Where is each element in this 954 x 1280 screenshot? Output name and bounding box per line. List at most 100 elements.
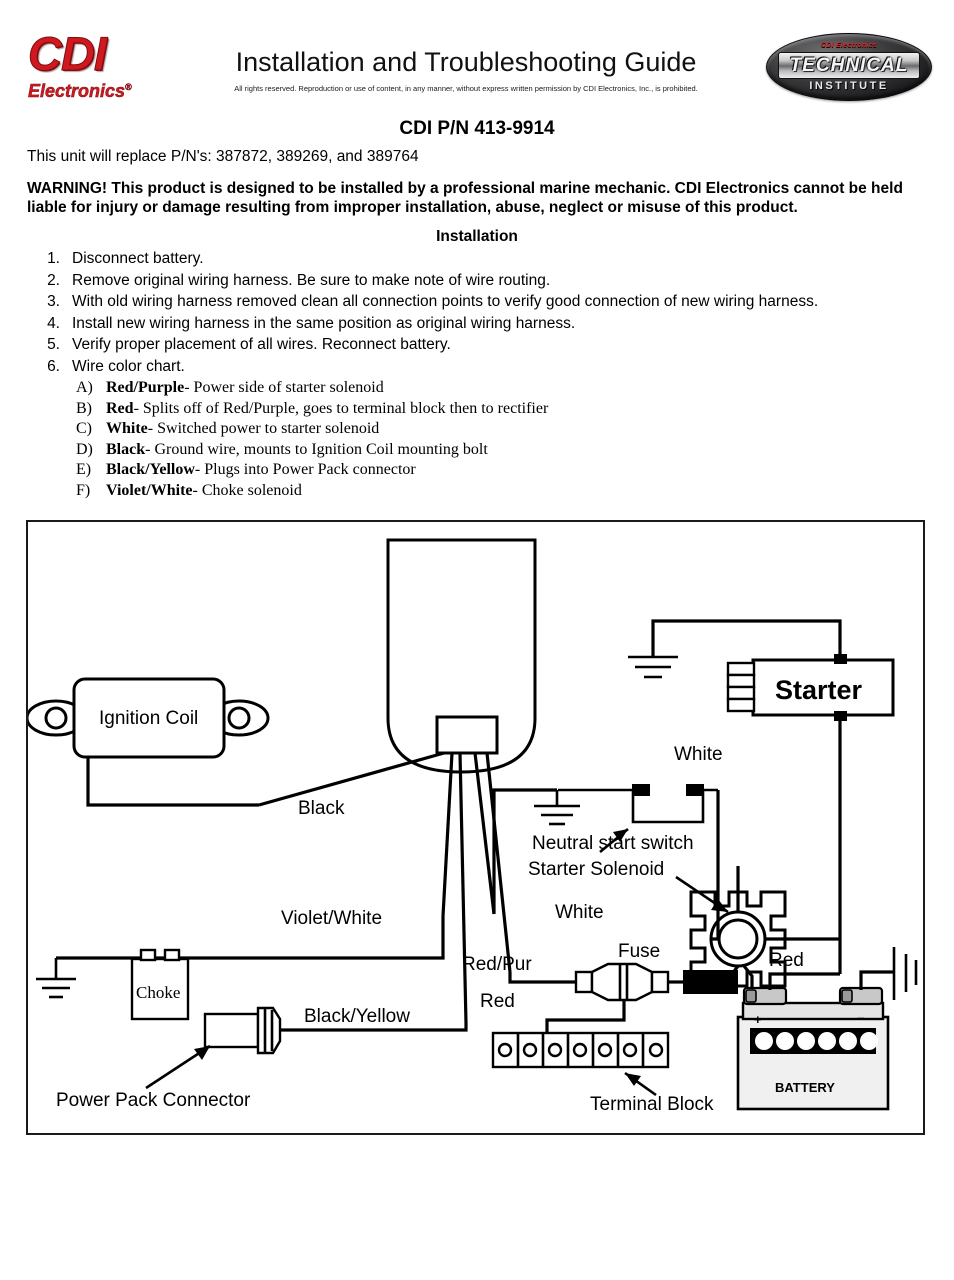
installation-steps-list: 1. Disconnect battery. 2. Remove origina…	[40, 248, 930, 377]
wire-label-red-pur: Red/Pur	[462, 954, 532, 975]
violet-white-wire-path: Violet/White	[56, 908, 445, 960]
badge-chrome-band: TECHNICAL	[778, 52, 920, 79]
neutral-switch-ground-icon	[534, 790, 580, 826]
starter-solenoid-label: Starter Solenoid	[528, 859, 664, 880]
terminal-block-label: Terminal Block	[590, 1094, 714, 1115]
wiring-diagram-panel: Black Ignition Coil Violet/White Choke B…	[26, 520, 925, 1135]
choke-component: Choke	[130, 948, 190, 1021]
wire-color-name: Red/Purple	[106, 379, 185, 396]
list-item: B) Red- Splits off of Red/Purple, goes t…	[76, 399, 776, 420]
black-yellow-wire-path: Black/Yellow	[280, 1006, 468, 1032]
wire-letter: B)	[76, 399, 92, 417]
wire-description: - Ground wire, mounts to Ignition Coil m…	[145, 440, 488, 458]
wire-color-name: White	[106, 420, 148, 437]
power-pack-connector-callout: Power Pack Connector	[56, 1044, 251, 1111]
list-item: A) Red/Purple- Power side of starter sol…	[76, 378, 776, 399]
wire-description: - Switched power to starter solenoid	[147, 420, 380, 437]
badge-brand-text: CDI Electronics	[820, 42, 878, 49]
neutral-start-switch-callout: Neutral start switch	[532, 827, 694, 854]
cdi-logo-sub-label: Electronics	[28, 81, 126, 102]
list-item: 1. Disconnect battery.	[40, 248, 930, 270]
red-pur-wire-path: Red/Pur	[462, 954, 576, 984]
step-text: Wire color chart.	[72, 357, 185, 375]
cdi-logo-trademark: ®	[125, 82, 132, 93]
wire-entry: Violet/White- Choke solenoid	[106, 481, 302, 502]
choke-label: Choke	[136, 983, 180, 1002]
wire-letter: F)	[76, 481, 91, 499]
wire-letter: D)	[76, 440, 93, 458]
battery-component: BATTERY + –	[736, 986, 890, 1111]
battery-label: BATTERY	[775, 1080, 835, 1095]
step-text: Verify proper placement of all wires. Re…	[72, 336, 451, 353]
wire-letter: E)	[76, 461, 92, 478]
wire-label-black-yellow: Black/Yellow	[304, 1006, 410, 1027]
wire-label-violet-white: Violet/White	[281, 908, 382, 929]
cdi-logo-main-text: CDI	[28, 27, 108, 80]
step-number: 2.	[47, 271, 60, 289]
wire-color-name: Red	[106, 399, 134, 417]
neutral-start-switch-label: Neutral start switch	[532, 833, 694, 854]
wire-label-black: Black	[298, 798, 345, 819]
step-number: 4.	[47, 314, 60, 332]
wire-description: - Splits off of Red/Purple, goes to term…	[133, 399, 549, 417]
list-item: 5. Verify proper placement of all wires.…	[40, 334, 930, 356]
terminal-block-component	[491, 1031, 670, 1069]
wire-color-chart: A) Red/Purple- Power side of starter sol…	[76, 378, 776, 501]
part-number-heading: CDI P/N 413-9914	[399, 118, 555, 139]
cdi-logo-sub-text: Electronics®	[28, 77, 188, 102]
ignition-coil-label: Ignition Coil	[99, 708, 198, 729]
step-text: With old wiring harness removed clean al…	[72, 293, 819, 310]
cdi-power-pack-unit	[386, 538, 537, 774]
choke-ground-icon	[36, 958, 76, 999]
black-wire-path: Black	[86, 754, 345, 819]
step-text: Remove original wiring harness. Be sure …	[72, 271, 551, 289]
step-number: 3.	[47, 293, 60, 310]
power-pack-connector-component	[203, 1006, 282, 1055]
wire-letter: A)	[76, 379, 93, 396]
wire-label-white-mid: White	[555, 902, 604, 923]
wire-entry: Red- Splits off of Red/Purple, goes to t…	[106, 399, 548, 420]
wire-harness-fan	[258, 751, 512, 1024]
cdi-electronics-logo: CDI Electronics®	[28, 27, 188, 102]
list-item: 6. Wire color chart.	[40, 356, 930, 378]
step-text: Disconnect battery.	[72, 250, 204, 267]
fuse-label: Fuse	[618, 941, 660, 962]
warning-paragraph: WARNING! This product is designed to be …	[27, 180, 903, 216]
list-item: E) Black/Yellow- Plugs into Power Pack c…	[76, 460, 776, 481]
wire-description: - Plugs into Power Pack connector	[194, 461, 416, 478]
step-number: 5.	[47, 336, 60, 353]
list-item: 2. Remove original wiring harness. Be su…	[40, 270, 930, 292]
wire-entry: Black/Yellow- Plugs into Power Pack conn…	[106, 460, 416, 481]
wire-label-white-top: White	[674, 744, 723, 765]
step-text: Install new wiring harness in the same p…	[72, 314, 576, 332]
wire-entry: Black- Ground wire, mounts to Ignition C…	[106, 440, 488, 461]
battery-negative-label: –	[857, 1010, 864, 1025]
list-item: C) White- Switched power to starter sole…	[76, 419, 776, 440]
wire-color-name: Violet/White	[106, 481, 193, 499]
power-pack-connector-label: Power Pack Connector	[56, 1090, 251, 1111]
list-item: D) Black- Ground wire, mounts to Ignitio…	[76, 440, 776, 461]
list-item: 3. With old wiring harness removed clean…	[40, 291, 930, 313]
starter-component: Starter	[726, 654, 895, 721]
ignition-coil-component: Ignition Coil	[28, 677, 270, 759]
badge-sub-text: INSTITUTE	[809, 80, 889, 92]
wire-entry: White- Switched power to starter solenoi…	[106, 419, 379, 440]
list-item: F) Violet/White- Choke solenoid	[76, 481, 776, 502]
wire-color-name: Black	[106, 440, 146, 458]
step-number: 6.	[47, 357, 60, 375]
wire-entry: Red/Purple- Power side of starter soleno…	[106, 378, 384, 399]
replaces-part-numbers: This unit will replace P/N's: 387872, 38…	[27, 148, 419, 165]
terminal-block-callout: Terminal Block	[590, 1071, 714, 1115]
wire-color-name: Black/Yellow	[106, 461, 195, 478]
wire-description: - Choke solenoid	[192, 481, 302, 499]
copyright-notice: All rights reserved. Reproduction or use…	[234, 84, 698, 93]
badge-main-text: TECHNICAL	[789, 55, 909, 76]
wire-letter: C)	[76, 420, 92, 437]
starter-label: Starter	[775, 675, 863, 705]
step-number: 1.	[47, 250, 60, 267]
white-wire-path: White	[492, 744, 723, 914]
wire-label-red-left: Red	[480, 991, 515, 1012]
list-item: 4. Install new wiring harness in the sam…	[40, 313, 930, 335]
technical-institute-badge: CDI Electronics TECHNICAL INSTITUTE	[766, 33, 932, 101]
page-header: CDI Electronics® Installation and Troubl…	[0, 0, 954, 108]
